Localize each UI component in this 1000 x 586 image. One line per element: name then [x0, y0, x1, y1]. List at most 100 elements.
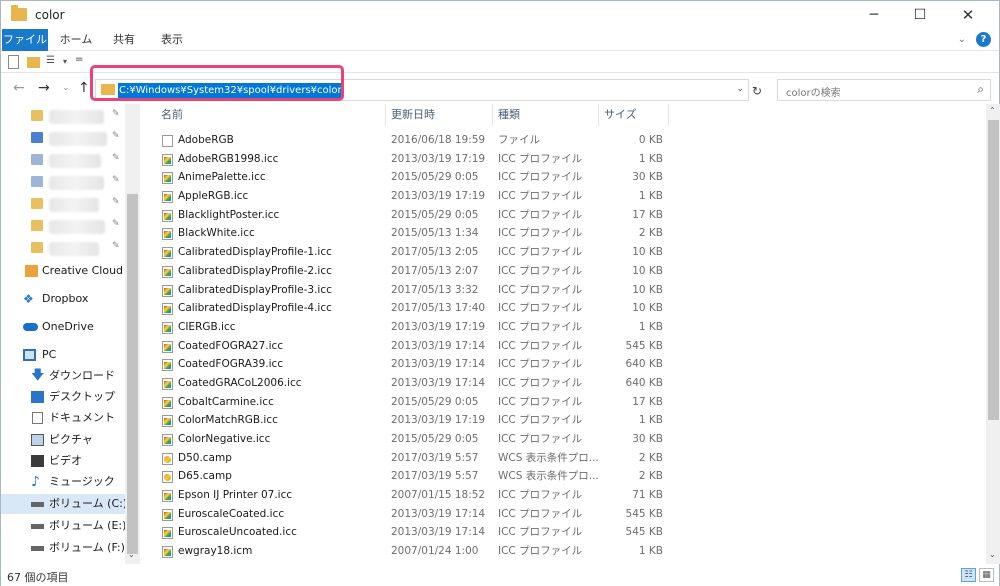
- close-button[interactable]: ✕: [945, 1, 991, 29]
- file-row[interactable]: AnimePalette.icc 2015/05/29 0:05 ICC プロファイ…: [156, 168, 976, 187]
- file-row[interactable]: CobaltCarmine.icc 2015/05/29 0:05 ICC プロファ…: [156, 393, 976, 412]
- file-row[interactable]: ColorMatchRGB.icc 2013/03/19 17:19 ICC プロフ…: [156, 411, 976, 430]
- file-name: D50.camp: [178, 451, 232, 464]
- file-row[interactable]: D50.camp 2017/03/19 5:57 WCS 表示条件プロ... 2 KB: [156, 449, 976, 468]
- file-name: CoatedFOGRA39.icc: [178, 358, 284, 371]
- file-row[interactable]: CalibratedDisplayProfile-4.icc 2017/05/13…: [156, 299, 976, 318]
- file-list-scrollbar-thumb[interactable]: [988, 120, 999, 420]
- column-divider[interactable]: [668, 104, 669, 126]
- sidebar-item-volume-e[interactable]: ボリューム (E:): [1, 516, 125, 536]
- sidebar-item-pc[interactable]: PC: [1, 345, 125, 365]
- file-row[interactable]: AdobeRGB1998.icc 2013/03/19 17:19 ICC プロファ…: [156, 150, 976, 169]
- recent-dropdown-icon[interactable]: ⌄: [62, 83, 70, 93]
- sidebar-item-downloads[interactable]: 🡇 ダウンロード: [1, 366, 125, 386]
- search-icon[interactable]: ⌕: [977, 82, 984, 97]
- videos-icon: [31, 455, 44, 467]
- tab-share[interactable]: 共有: [103, 29, 145, 51]
- help-icon[interactable]: ?: [976, 32, 991, 47]
- pin-icon[interactable]: ✎: [112, 131, 120, 141]
- forward-arrow-icon[interactable]: →: [38, 80, 50, 96]
- nav-scrollbar-thumb[interactable]: [127, 194, 138, 554]
- quick-access-item[interactable]: [49, 154, 101, 168]
- quick-access-item[interactable]: [49, 242, 99, 256]
- sidebar-item-creative-cloud[interactable]: Creative Cloud Files: [1, 261, 125, 281]
- file-row[interactable]: D65.camp 2017/03/19 5:57 WCS 表示条件プロ... 2 KB: [156, 467, 976, 486]
- icc-profile-icon: [162, 247, 173, 260]
- new-folder-icon[interactable]: [27, 57, 40, 68]
- sidebar-item-dropbox[interactable]: ❖ Dropbox: [1, 289, 125, 309]
- nav-scrollbar[interactable]: ⌄: [125, 104, 140, 564]
- dropbox-icon: ❖: [23, 292, 34, 306]
- properties-icon[interactable]: [8, 55, 19, 69]
- column-header-type[interactable]: 種類: [498, 104, 520, 126]
- customize-toolbar-icon[interactable]: =: [75, 54, 83, 68]
- column-divider[interactable]: [598, 104, 599, 126]
- file-row[interactable]: CoatedFOGRA39.icc 2013/03/19 17:14 ICC プロフ…: [156, 355, 976, 374]
- file-row[interactable]: AppleRGB.icc 2013/03/19 17:19 ICC プロファイル 1 …: [156, 187, 976, 206]
- chevron-down-icon[interactable]: ⌄: [736, 84, 744, 94]
- sidebar-item-pictures[interactable]: ピクチャ: [1, 430, 125, 450]
- pin-icon[interactable]: ✎: [112, 197, 120, 207]
- pin-icon[interactable]: ✎: [112, 153, 120, 163]
- tab-file[interactable]: ファイル: [2, 29, 48, 51]
- pin-icon[interactable]: ✎: [112, 241, 120, 251]
- title-bar[interactable]: color ─ ☐ ✕: [1, 1, 999, 29]
- file-row[interactable]: Epson IJ Printer 07.icc 2007/01/15 18:52 I…: [156, 486, 976, 505]
- column-divider[interactable]: [385, 104, 386, 126]
- tab-view[interactable]: 表示: [149, 29, 195, 51]
- scroll-down-icon[interactable]: ⌄: [128, 550, 135, 559]
- file-row[interactable]: EuroscaleCoated.icc 2013/03/19 17:14 ICC プ…: [156, 505, 976, 524]
- tab-home[interactable]: ホーム: [53, 29, 99, 51]
- pin-icon[interactable]: ✎: [112, 175, 120, 185]
- up-arrow-icon[interactable]: ↑: [78, 80, 90, 96]
- back-arrow-icon[interactable]: ←: [13, 80, 25, 96]
- icc-profile-icon: [162, 284, 173, 297]
- search-input[interactable]: colorの検索 ⌕: [777, 79, 991, 101]
- file-row[interactable]: BlackWhite.icc 2015/05/13 1:34 ICC プロファイル 2…: [156, 224, 976, 243]
- file-row[interactable]: CoatedFOGRA27.icc 2013/03/19 17:14 ICC プロフ…: [156, 337, 976, 356]
- file-size: 2 KB: [638, 451, 663, 464]
- file-row[interactable]: AdobeRGB 2016/06/18 19:59 ファイル 0 KB: [156, 131, 976, 150]
- file-row[interactable]: ColorNegative.icc 2015/05/29 0:05 ICC プロファ…: [156, 430, 976, 449]
- column-divider[interactable]: [492, 104, 493, 126]
- sidebar-item-documents[interactable]: ドキュメント: [1, 408, 125, 428]
- quick-access-item[interactable]: [49, 110, 104, 124]
- scroll-down-icon[interactable]: ⌄: [989, 550, 996, 559]
- file-type: ICC プロファイル: [498, 171, 583, 184]
- file-row[interactable]: CalibratedDisplayProfile-2.icc 2017/05/13…: [156, 262, 976, 281]
- file-row[interactable]: CoatedGRACoL2006.icc 2013/03/19 17:14 ICC …: [156, 374, 976, 393]
- column-header-name[interactable]: 名前: [161, 104, 183, 126]
- pin-icon[interactable]: ✎: [112, 109, 120, 119]
- ribbon-expand-icon[interactable]: ⌄: [958, 34, 966, 45]
- quick-access-item[interactable]: [49, 132, 107, 146]
- sidebar-item-volume-f[interactable]: ボリューム (F:): [1, 538, 125, 558]
- sidebar-item-onedrive[interactable]: OneDrive: [1, 317, 125, 337]
- file-row[interactable]: EuroscaleUncoated.icc 2013/03/19 17:14 ICC…: [156, 523, 976, 542]
- refresh-icon[interactable]: ↻: [752, 84, 762, 98]
- file-row[interactable]: CalibratedDisplayProfile-1.icc 2017/05/13…: [156, 243, 976, 262]
- pin-icon[interactable]: ✎: [112, 219, 120, 229]
- file-row[interactable]: CIERGB.icc 2013/03/19 17:19 ICC プロファイル 1 KB: [156, 318, 976, 337]
- scroll-up-icon[interactable]: ⌃: [989, 106, 996, 115]
- file-type: ICC プロファイル: [498, 507, 583, 520]
- minimize-button[interactable]: ─: [851, 1, 897, 29]
- file-list-scrollbar[interactable]: ⌃ ⌄: [986, 104, 1000, 564]
- icc-profile-icon: [162, 265, 173, 278]
- file-row[interactable]: BlacklightPoster.icc 2015/05/29 0:05 ICC プ…: [156, 206, 976, 225]
- file-row[interactable]: ewgray18.icm 2007/01/24 1:00 ICC プロファイル 1 K…: [156, 542, 976, 561]
- sidebar-item-videos[interactable]: ビデオ: [1, 451, 125, 471]
- sidebar-item-volume-c[interactable]: ボリューム (C:): [1, 494, 125, 514]
- rename-icon[interactable]: ☰: [46, 55, 60, 69]
- large-icons-view-icon[interactable]: ▦: [979, 568, 994, 582]
- quick-access-item[interactable]: [49, 198, 99, 212]
- column-header-date[interactable]: 更新日時: [391, 104, 435, 126]
- quick-access-item[interactable]: [49, 176, 104, 190]
- sidebar-item-desktop[interactable]: デスクトップ: [1, 387, 125, 407]
- sidebar-item-music[interactable]: ♪ ミュージック: [1, 472, 125, 492]
- chevron-down-icon[interactable]: ▾: [63, 57, 67, 71]
- details-view-icon[interactable]: ☷: [961, 568, 976, 582]
- quick-access-item[interactable]: [49, 220, 105, 234]
- file-row[interactable]: CalibratedDisplayProfile-3.icc 2017/05/13…: [156, 281, 976, 300]
- column-header-size[interactable]: サイズ: [604, 104, 637, 126]
- maximize-button[interactable]: ☐: [897, 1, 943, 29]
